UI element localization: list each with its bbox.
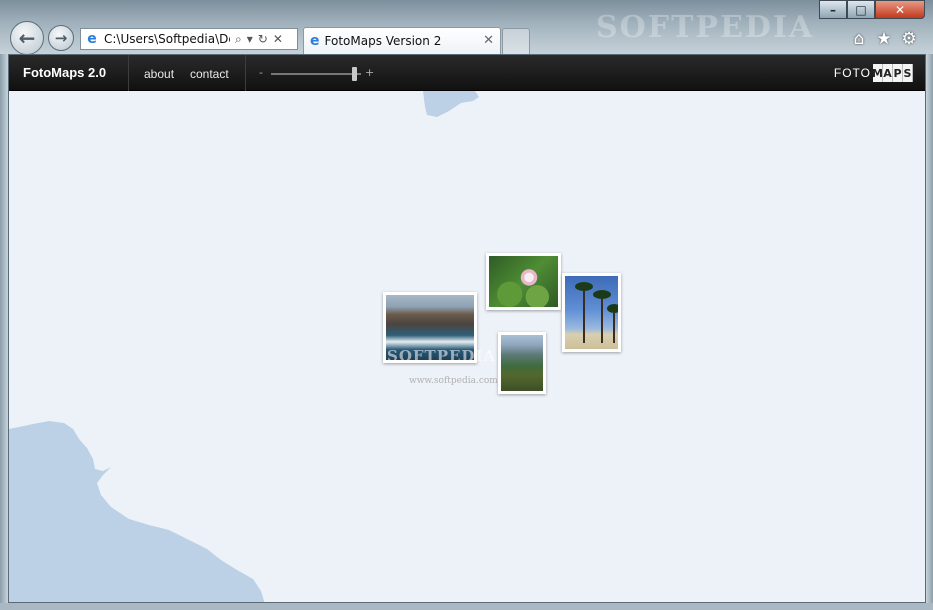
close-window-button[interactable]: ✕ — [875, 0, 925, 19]
logo-letter: A — [883, 64, 893, 82]
maximize-button[interactable]: □ — [847, 0, 875, 19]
minimize-button[interactable]: – — [819, 0, 847, 19]
logo-letter: P — [893, 64, 903, 82]
address-bar[interactable]: e C:\Users\Softpedia\Des ⌕ ▾ ↻ ✕ — [80, 28, 298, 50]
window-frame-bottom — [0, 603, 933, 610]
zoom-thumb[interactable] — [352, 67, 357, 81]
new-tab-button[interactable] — [502, 28, 530, 54]
softpedia-watermark: SOFTPEDIA — [387, 347, 497, 365]
back-arrow-icon: ← — [18, 26, 36, 50]
chrome-watermark: SOFTPEDIA — [596, 10, 815, 45]
fotomaps-logo: FOTO M A P S — [834, 63, 913, 83]
refresh-icon[interactable]: ↻ — [258, 32, 268, 46]
forward-arrow-icon: → — [54, 29, 68, 47]
palm-crown — [593, 290, 611, 299]
logo-letter: M — [872, 64, 883, 82]
forward-button[interactable]: → — [48, 25, 74, 51]
tab-fotomaps[interactable]: e FotoMaps Version 2 ✕ — [303, 27, 501, 54]
window-controls: – □ ✕ — [819, 0, 925, 19]
nav-contact[interactable]: contact — [190, 67, 229, 81]
toolbar-divider — [245, 55, 246, 91]
map-water-bottom-left — [9, 421, 265, 602]
softpedia-watermark-url: www.softpedia.com — [409, 376, 498, 386]
app-toolbar: FotoMaps 2.0 about contact - + FOTO M A … — [9, 55, 925, 91]
photo-thumbnail-mountain-lake[interactable] — [498, 332, 546, 394]
stop-icon[interactable]: ✕ — [273, 32, 283, 46]
zoom-slider[interactable]: - + — [259, 66, 374, 81]
palm-trunk — [613, 313, 615, 343]
photo-thumbnail-lotus-flower[interactable] — [486, 253, 561, 310]
zoom-out-button[interactable]: - — [259, 66, 263, 79]
page-viewport: FotoMaps 2.0 about contact - + FOTO M A … — [8, 54, 926, 603]
search-icon[interactable]: ⌕ — [235, 32, 242, 47]
close-tab-icon[interactable]: ✕ — [483, 33, 494, 48]
back-button[interactable]: ← — [10, 21, 44, 55]
ie-logo-icon: e — [87, 31, 97, 47]
gear-icon[interactable]: ⚙ — [899, 29, 919, 49]
palm-trunk — [601, 299, 603, 343]
photo-thumbnail-palm-trees[interactable] — [562, 273, 621, 352]
address-url[interactable]: C:\Users\Softpedia\Des — [104, 32, 230, 46]
star-icon[interactable]: ★ — [874, 29, 894, 49]
zoom-track[interactable] — [271, 73, 361, 75]
nav-about[interactable]: about — [144, 67, 174, 81]
zoom-in-button[interactable]: + — [365, 66, 374, 79]
home-icon[interactable]: ⌂ — [849, 29, 869, 49]
logo-foto: FOTO — [833, 66, 871, 80]
palm-trunk — [583, 291, 585, 343]
palm-crown — [575, 282, 593, 291]
app-brand[interactable]: FotoMaps 2.0 — [23, 65, 106, 80]
map-water-top — [423, 91, 479, 117]
logo-maps: M A P S — [872, 64, 913, 82]
toolbar-divider — [128, 55, 129, 91]
logo-letter: S — [903, 64, 913, 82]
window-frame-right — [926, 54, 933, 610]
palm-crown — [607, 304, 618, 313]
window-frame-left — [0, 54, 8, 610]
dropdown-chevron-icon[interactable]: ▾ — [247, 32, 253, 46]
tab-title: FotoMaps Version 2 — [324, 34, 442, 48]
browser-chrome: SOFTPEDIA – □ ✕ ← → e C:\Users\Softpedia… — [0, 0, 933, 55]
ie-logo-icon: e — [310, 33, 320, 49]
